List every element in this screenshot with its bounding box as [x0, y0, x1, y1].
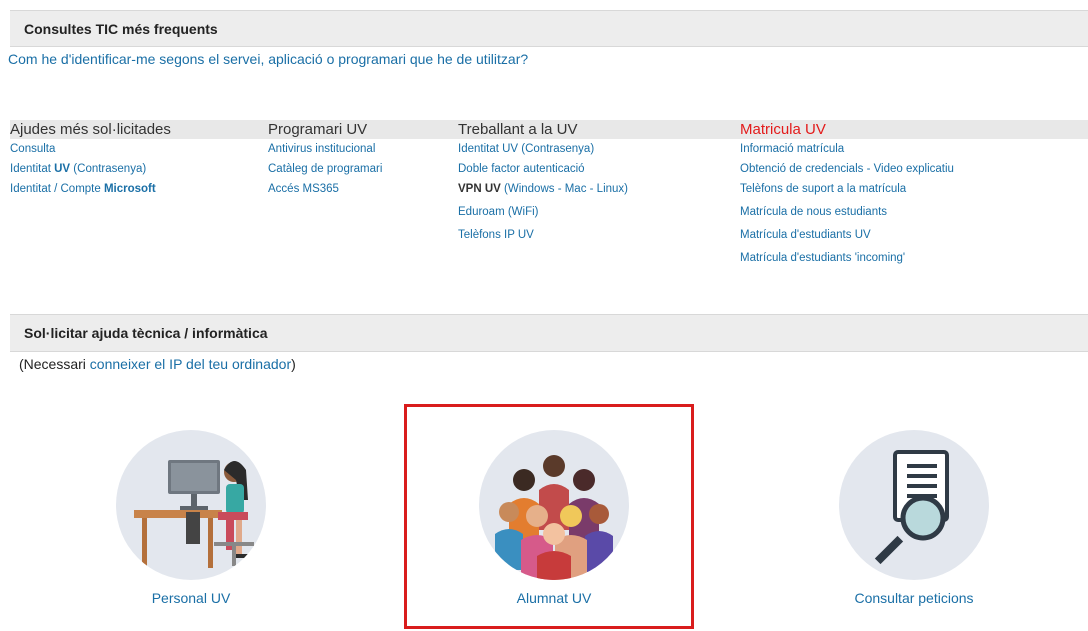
highlight-box	[404, 404, 694, 629]
ip-note-suffix: )	[291, 356, 296, 372]
tile-consultar-peticions[interactable]: Consultar peticions	[824, 430, 1004, 606]
link-info-matricula[interactable]: Informació matrícula	[740, 142, 954, 156]
link-identitat-uv-2[interactable]: Identitat UV (Contrasenya)	[458, 142, 628, 156]
section-title: Sol·licitar ajuda tècnica / informàtica	[24, 325, 268, 341]
link-vpn[interactable]: VPN UV (Windows - Mac - Linux)	[458, 182, 628, 196]
link-ms365[interactable]: Accés MS365	[268, 182, 382, 196]
section-header-consultes: Consultes TIC més frequents	[10, 10, 1088, 47]
link-cataleg[interactable]: Catàleg de programari	[268, 162, 382, 176]
identify-help-link[interactable]: Com he d'identificar-me segons el servei…	[8, 51, 528, 67]
office-worker-icon[interactable]	[116, 430, 266, 580]
link-incoming[interactable]: Matrícula d'estudiants 'incoming'	[740, 251, 954, 265]
tile-label[interactable]: Consultar peticions	[824, 590, 1004, 606]
column-title: Ajudes més sol·licitades	[10, 121, 171, 138]
link-eduroam[interactable]: Eduroam (WiFi)	[458, 205, 628, 219]
ip-note-prefix: (Necessari	[19, 356, 90, 372]
column-matricula: Matricula UV Informació matrícula Obtenc…	[740, 120, 954, 271]
ip-note: (Necessari conneixer el IP del teu ordin…	[19, 356, 296, 372]
link-estudiants-uv[interactable]: Matrícula d'estudiants UV	[740, 228, 954, 242]
tile-label[interactable]: Personal UV	[101, 590, 281, 606]
link-identitat-uv[interactable]: Identitat UV (Contrasenya)	[10, 162, 171, 176]
tile-personal-uv[interactable]: Personal UV	[101, 430, 281, 606]
link-consulta[interactable]: Consulta	[10, 142, 171, 156]
link-credencials[interactable]: Obtenció de credencials - Video explicat…	[740, 162, 954, 176]
section-header-sollicitar: Sol·licitar ajuda tècnica / informàtica	[10, 314, 1088, 352]
link-doble-factor[interactable]: Doble factor autenticació	[458, 162, 628, 176]
column-title: Programari UV	[268, 121, 368, 138]
link-telefons-suport[interactable]: Telèfons de suport a la matrícula	[740, 182, 954, 196]
column-programari: Programari UV Antivirus institucional Ca…	[268, 120, 382, 202]
link-nous-estudiants[interactable]: Matrícula de nous estudiants	[740, 205, 954, 219]
column-title: Matricula UV	[740, 121, 826, 138]
section-title: Consultes TIC més frequents	[24, 20, 218, 37]
magnifier-document-icon[interactable]	[839, 430, 989, 580]
column-treballant: Treballant a la UV Identitat UV (Contras…	[458, 120, 628, 248]
column-title: Treballant a la UV	[458, 121, 578, 138]
link-antivirus[interactable]: Antivirus institucional	[268, 142, 382, 156]
column-ajudes: Ajudes més sol·licitades Consulta Identi…	[10, 120, 171, 202]
link-telefons-ip[interactable]: Telèfons IP UV	[458, 228, 628, 242]
ip-link[interactable]: conneixer el IP del teu ordinador	[90, 356, 291, 372]
link-compte-microsoft[interactable]: Identitat / Compte Microsoft	[10, 182, 171, 196]
